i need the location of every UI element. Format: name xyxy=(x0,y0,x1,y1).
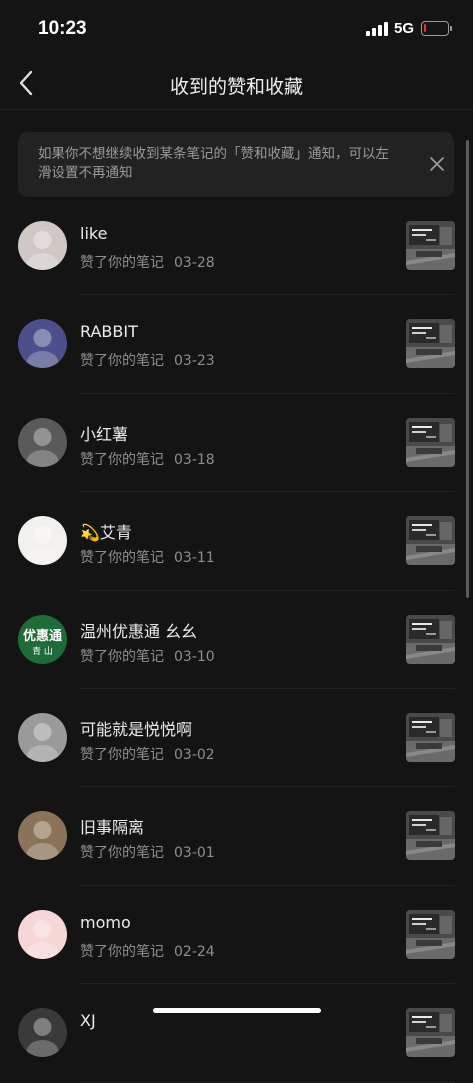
user-name[interactable]: momo xyxy=(80,913,131,932)
avatar[interactable] xyxy=(18,319,67,369)
notification-row[interactable]: XJ xyxy=(0,984,473,1083)
user-name[interactable]: 小红薯 xyxy=(80,421,128,445)
notification-row[interactable]: like 赞了你的笔记 03-28 xyxy=(0,197,473,296)
status-bar: 10:23 5G xyxy=(0,0,473,58)
action-text: 赞了你的笔记 xyxy=(80,353,164,370)
action-text: 赞了你的笔记 xyxy=(80,943,164,960)
battery-icon xyxy=(421,21,452,36)
date-text: 02-24 xyxy=(174,943,215,960)
date-text: 03-11 xyxy=(174,550,215,567)
date-text: 03-10 xyxy=(174,648,215,665)
notification-meta: 赞了你的笔记 03-23 xyxy=(80,350,215,370)
avatar[interactable] xyxy=(18,1008,67,1058)
date-text: 03-28 xyxy=(174,255,215,271)
notification-meta: 赞了你的笔记 03-01 xyxy=(80,842,215,862)
notification-meta: 赞了你的笔记 03-11 xyxy=(80,547,215,567)
action-text: 赞了你的笔记 xyxy=(80,845,164,862)
close-icon xyxy=(430,157,444,171)
nav-bar: 收到的赞和收藏 xyxy=(0,58,473,110)
note-thumbnail[interactable] xyxy=(406,1008,455,1058)
home-indicator[interactable] xyxy=(153,1008,321,1013)
note-thumbnail[interactable] xyxy=(406,712,455,762)
notification-meta: 赞了你的笔记 02-24 xyxy=(80,941,215,961)
network-type: 5G xyxy=(394,20,415,37)
note-thumbnail[interactable] xyxy=(406,614,455,664)
action-text: 赞了你的笔记 xyxy=(80,648,164,665)
notification-row[interactable]: momo 赞了你的笔记 02-24 xyxy=(0,886,473,985)
note-thumbnail[interactable] xyxy=(406,221,455,270)
note-thumbnail[interactable] xyxy=(406,319,455,369)
notification-meta: 赞了你的笔记 03-02 xyxy=(80,744,215,764)
user-name[interactable]: like xyxy=(80,224,107,243)
avatar[interactable] xyxy=(18,221,67,270)
note-thumbnail[interactable] xyxy=(406,516,455,566)
user-name[interactable]: XJ xyxy=(80,1011,96,1030)
date-text: 03-18 xyxy=(174,451,215,468)
notification-row[interactable]: 旧事隔离赞了你的笔记 03-01 xyxy=(0,787,473,887)
notice-banner: 如果你不想继续收到某条笔记的「赞和收藏」通知，可以左滑设置不再通知 xyxy=(18,132,454,197)
action-text: 赞了你的笔记 xyxy=(80,550,164,567)
page-title: 收到的赞和收藏 xyxy=(169,76,303,98)
user-name[interactable]: 💫艾青 xyxy=(80,519,132,543)
user-name[interactable]: 温州优惠通 幺幺 xyxy=(80,618,197,642)
notification-list: like 赞了你的笔记 03-28 RABBIT 赞了你的笔记 03-23 小红薯 赞了你… xyxy=(0,197,473,1083)
avatar[interactable]: 优惠通 青 山 xyxy=(18,614,67,664)
avatar[interactable] xyxy=(18,712,67,762)
notification-meta: 赞了你的笔记 03-10 xyxy=(80,646,215,666)
notification-meta: 赞了你的笔记 03-28 xyxy=(80,252,215,272)
user-name[interactable]: 可能就是悦悦啊 xyxy=(80,716,192,740)
notification-row[interactable]: 💫艾青赞了你的笔记 03-11 xyxy=(0,492,473,591)
notification-row[interactable]: 小红薯赞了你的笔记 03-18 xyxy=(0,394,473,493)
user-name[interactable]: RABBIT xyxy=(80,322,138,341)
notification-meta: 赞了你的笔记 03-18 xyxy=(80,449,215,469)
notice-close-button[interactable] xyxy=(425,152,449,176)
date-text: 03-23 xyxy=(174,353,215,370)
avatar-text-bottom: 青 山 xyxy=(32,646,53,657)
notification-row[interactable]: 优惠通 青 山温州优惠通 幺幺 赞了你的笔记 03-10 xyxy=(0,591,473,690)
avatar[interactable] xyxy=(18,811,67,861)
date-text: 03-01 xyxy=(174,845,215,862)
date-text: 03-02 xyxy=(174,746,215,763)
notification-row[interactable]: 可能就是悦悦啊赞了你的笔记 03-02 xyxy=(0,689,473,788)
avatar-text-top: 优惠通 xyxy=(22,628,62,644)
notification-row[interactable]: RABBIT 赞了你的笔记 03-23 xyxy=(0,295,473,395)
notice-text: 如果你不想继续收到某条笔记的「赞和收藏」通知，可以左滑设置不再通知 xyxy=(38,146,389,181)
status-time: 10:23 xyxy=(38,18,87,39)
avatar[interactable] xyxy=(18,417,67,467)
user-name[interactable]: 旧事隔离 xyxy=(80,814,144,838)
action-text: 赞了你的笔记 xyxy=(80,255,164,271)
note-thumbnail[interactable] xyxy=(406,811,455,861)
note-thumbnail[interactable] xyxy=(406,417,455,467)
avatar[interactable] xyxy=(18,516,67,566)
action-text: 赞了你的笔记 xyxy=(80,746,164,763)
signal-icon xyxy=(366,22,388,36)
note-thumbnail[interactable] xyxy=(406,909,455,959)
action-text: 赞了你的笔记 xyxy=(80,451,164,468)
avatar[interactable] xyxy=(18,909,67,959)
